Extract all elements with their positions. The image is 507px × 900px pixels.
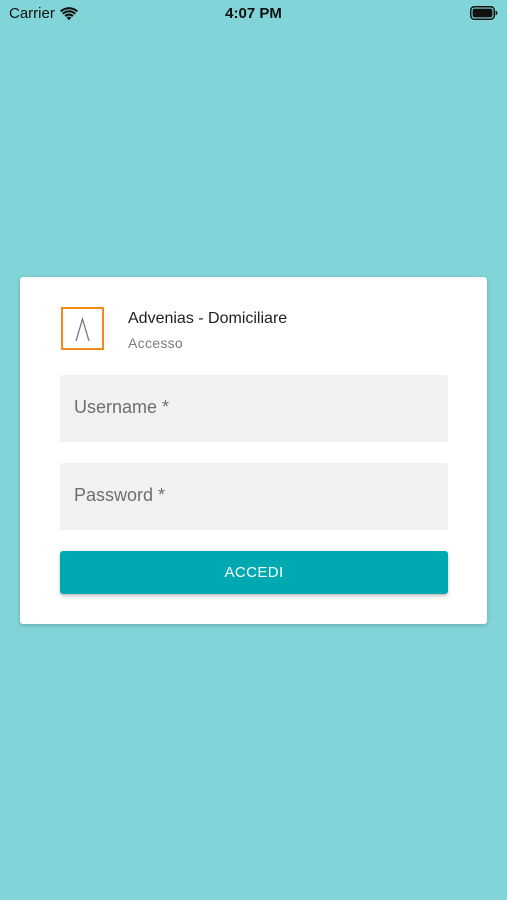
status-time: 4:07 PM (225, 5, 282, 22)
login-card: Advenias - Domiciliare Accesso Username … (20, 277, 487, 624)
status-bar: Carrier 4:07 PM (0, 0, 507, 28)
app-subtitle: Accesso (128, 335, 184, 351)
app-title: Advenias - Domiciliare (128, 310, 288, 327)
advenias-logo-icon (61, 307, 104, 350)
username-input[interactable] (60, 375, 448, 442)
username-field[interactable]: Username * (60, 375, 448, 442)
battery-icon (470, 6, 498, 20)
login-button[interactable]: ACCEDI (60, 551, 448, 594)
password-input[interactable] (60, 463, 448, 530)
password-field[interactable]: Password * (60, 463, 448, 530)
